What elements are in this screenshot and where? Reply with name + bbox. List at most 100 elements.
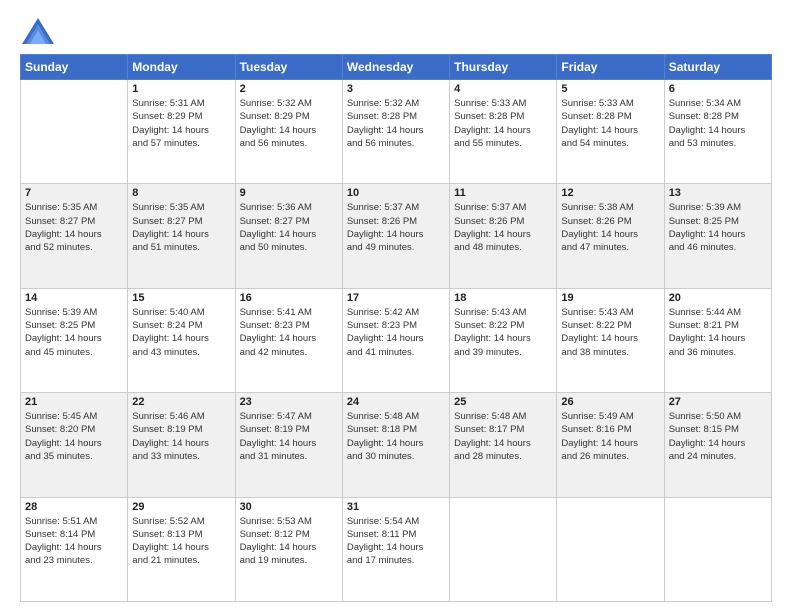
calendar-cell: 26Sunrise: 5:49 AM Sunset: 8:16 PM Dayli… xyxy=(557,393,664,497)
day-number: 4 xyxy=(454,83,552,95)
day-detail: Sunrise: 5:38 AM Sunset: 8:26 PM Dayligh… xyxy=(561,201,659,254)
day-detail: Sunrise: 5:33 AM Sunset: 8:28 PM Dayligh… xyxy=(561,97,659,150)
calendar-cell: 13 Sunrise: 5:39 AM Sunset: 8:25 PM Dayli… xyxy=(664,184,771,288)
header xyxy=(20,16,772,46)
day-detail: Sunrise: 5:41 AM Sunset: 8:23 PM Dayligh… xyxy=(240,306,338,359)
day-number: 25 xyxy=(454,396,552,408)
calendar-cell: 1 Sunrise: 5:31 AM Sunset: 8:29 PM Daylig… xyxy=(128,80,235,184)
calendar-header-sunday: Sunday xyxy=(21,55,128,80)
calendar-cell: 25 Sunrise: 5:48 AM Sunset: 8:17 PM Dayli… xyxy=(450,393,557,497)
day-number: 31 xyxy=(347,501,445,513)
day-detail: Sunrise: 5:49 AM Sunset: 8:16 PM Dayligh… xyxy=(561,410,659,463)
day-detail: Sunrise: 5:53 AM Sunset: 8:12 PM Dayligh… xyxy=(240,515,338,568)
logo xyxy=(20,16,60,46)
calendar-cell: 20Sunrise: 5:44 AM Sunset: 8:21 PM Dayli… xyxy=(664,288,771,392)
day-detail: Sunrise: 5:46 AM Sunset: 8:19 PM Dayligh… xyxy=(132,410,230,463)
day-detail: Sunrise: 5:34 AM Sunset: 8:28 PM Dayligh… xyxy=(669,97,767,150)
day-detail: Sunrise: 5:51 AM Sunset: 8:14 PM Dayligh… xyxy=(25,515,123,568)
calendar-cell: 3 Sunrise: 5:32 AM Sunset: 8:28 PM Daylig… xyxy=(342,80,449,184)
calendar-cell: 4Sunrise: 5:33 AM Sunset: 8:28 PM Daylig… xyxy=(450,80,557,184)
day-number: 3 xyxy=(347,83,445,95)
day-detail: Sunrise: 5:54 AM Sunset: 8:11 PM Dayligh… xyxy=(347,515,445,568)
calendar-cell: 28 Sunrise: 5:51 AM Sunset: 8:14 PM Dayli… xyxy=(21,497,128,601)
day-number: 21 xyxy=(25,396,123,408)
day-number: 8 xyxy=(132,187,230,199)
calendar-cell xyxy=(450,497,557,601)
day-number: 9 xyxy=(240,187,338,199)
calendar-week-row: 14 Sunrise: 5:39 AM Sunset: 8:25 PM Dayli… xyxy=(21,288,772,392)
day-number: 12 xyxy=(561,187,659,199)
calendar-week-row: 7 Sunrise: 5:35 AM Sunset: 8:27 PM Daylig… xyxy=(21,184,772,288)
logo-icon xyxy=(20,16,56,46)
day-detail: Sunrise: 5:31 AM Sunset: 8:29 PM Dayligh… xyxy=(132,97,230,150)
calendar-header-wednesday: Wednesday xyxy=(342,55,449,80)
day-detail: Sunrise: 5:39 AM Sunset: 8:25 PM Dayligh… xyxy=(25,306,123,359)
calendar-table: SundayMondayTuesdayWednesdayThursdayFrid… xyxy=(20,54,772,602)
calendar-header-monday: Monday xyxy=(128,55,235,80)
day-number: 17 xyxy=(347,292,445,304)
calendar-cell: 5 Sunrise: 5:33 AM Sunset: 8:28 PM Daylig… xyxy=(557,80,664,184)
calendar-cell: 10 Sunrise: 5:37 AM Sunset: 8:26 PM Dayli… xyxy=(342,184,449,288)
calendar-header-row: SundayMondayTuesdayWednesdayThursdayFrid… xyxy=(21,55,772,80)
day-number: 18 xyxy=(454,292,552,304)
day-detail: Sunrise: 5:35 AM Sunset: 8:27 PM Dayligh… xyxy=(25,201,123,254)
day-detail: Sunrise: 5:32 AM Sunset: 8:28 PM Dayligh… xyxy=(347,97,445,150)
day-detail: Sunrise: 5:43 AM Sunset: 8:22 PM Dayligh… xyxy=(561,306,659,359)
day-number: 5 xyxy=(561,83,659,95)
calendar-cell: 23 Sunrise: 5:47 AM Sunset: 8:19 PM Dayli… xyxy=(235,393,342,497)
calendar-cell xyxy=(664,497,771,601)
day-detail: Sunrise: 5:48 AM Sunset: 8:17 PM Dayligh… xyxy=(454,410,552,463)
calendar-cell: 2 Sunrise: 5:32 AM Sunset: 8:29 PM Daylig… xyxy=(235,80,342,184)
calendar-cell: 19Sunrise: 5:43 AM Sunset: 8:22 PM Dayli… xyxy=(557,288,664,392)
calendar-header-friday: Friday xyxy=(557,55,664,80)
calendar-header-tuesday: Tuesday xyxy=(235,55,342,80)
day-detail: Sunrise: 5:32 AM Sunset: 8:29 PM Dayligh… xyxy=(240,97,338,150)
day-detail: Sunrise: 5:35 AM Sunset: 8:27 PM Dayligh… xyxy=(132,201,230,254)
calendar-cell: 12 Sunrise: 5:38 AM Sunset: 8:26 PM Dayli… xyxy=(557,184,664,288)
day-detail: Sunrise: 5:40 AM Sunset: 8:24 PM Dayligh… xyxy=(132,306,230,359)
day-detail: Sunrise: 5:52 AM Sunset: 8:13 PM Dayligh… xyxy=(132,515,230,568)
calendar-header-thursday: Thursday xyxy=(450,55,557,80)
calendar-header-saturday: Saturday xyxy=(664,55,771,80)
calendar-cell: 8 Sunrise: 5:35 AM Sunset: 8:27 PM Daylig… xyxy=(128,184,235,288)
calendar-cell xyxy=(21,80,128,184)
calendar-cell: 18 Sunrise: 5:43 AM Sunset: 8:22 PM Dayli… xyxy=(450,288,557,392)
day-number: 28 xyxy=(25,501,123,513)
page: SundayMondayTuesdayWednesdayThursdayFrid… xyxy=(0,0,792,612)
day-detail: Sunrise: 5:37 AM Sunset: 8:26 PM Dayligh… xyxy=(347,201,445,254)
day-number: 10 xyxy=(347,187,445,199)
day-number: 27 xyxy=(669,396,767,408)
calendar-cell: 9 Sunrise: 5:36 AM Sunset: 8:27 PM Daylig… xyxy=(235,184,342,288)
calendar-cell: 29Sunrise: 5:52 AM Sunset: 8:13 PM Dayli… xyxy=(128,497,235,601)
day-number: 23 xyxy=(240,396,338,408)
calendar-cell: 7 Sunrise: 5:35 AM Sunset: 8:27 PM Daylig… xyxy=(21,184,128,288)
day-number: 24 xyxy=(347,396,445,408)
day-number: 30 xyxy=(240,501,338,513)
calendar-week-row: 1 Sunrise: 5:31 AM Sunset: 8:29 PM Daylig… xyxy=(21,80,772,184)
calendar-week-row: 28 Sunrise: 5:51 AM Sunset: 8:14 PM Dayli… xyxy=(21,497,772,601)
day-number: 16 xyxy=(240,292,338,304)
day-number: 13 xyxy=(669,187,767,199)
day-number: 1 xyxy=(132,83,230,95)
calendar-cell: 31 Sunrise: 5:54 AM Sunset: 8:11 PM Dayli… xyxy=(342,497,449,601)
day-detail: Sunrise: 5:39 AM Sunset: 8:25 PM Dayligh… xyxy=(669,201,767,254)
calendar-cell: 22Sunrise: 5:46 AM Sunset: 8:19 PM Dayli… xyxy=(128,393,235,497)
calendar-cell: 17 Sunrise: 5:42 AM Sunset: 8:23 PM Dayli… xyxy=(342,288,449,392)
calendar-week-row: 21Sunrise: 5:45 AM Sunset: 8:20 PM Dayli… xyxy=(21,393,772,497)
calendar-cell: 15 Sunrise: 5:40 AM Sunset: 8:24 PM Dayli… xyxy=(128,288,235,392)
calendar-cell: 30 Sunrise: 5:53 AM Sunset: 8:12 PM Dayli… xyxy=(235,497,342,601)
day-detail: Sunrise: 5:37 AM Sunset: 8:26 PM Dayligh… xyxy=(454,201,552,254)
day-number: 14 xyxy=(25,292,123,304)
calendar-cell: 16 Sunrise: 5:41 AM Sunset: 8:23 PM Dayli… xyxy=(235,288,342,392)
day-number: 6 xyxy=(669,83,767,95)
calendar-cell: 11 Sunrise: 5:37 AM Sunset: 8:26 PM Dayli… xyxy=(450,184,557,288)
day-number: 11 xyxy=(454,187,552,199)
day-number: 7 xyxy=(25,187,123,199)
day-detail: Sunrise: 5:42 AM Sunset: 8:23 PM Dayligh… xyxy=(347,306,445,359)
day-detail: Sunrise: 5:43 AM Sunset: 8:22 PM Dayligh… xyxy=(454,306,552,359)
calendar-cell: 6 Sunrise: 5:34 AM Sunset: 8:28 PM Daylig… xyxy=(664,80,771,184)
day-number: 15 xyxy=(132,292,230,304)
day-number: 2 xyxy=(240,83,338,95)
day-detail: Sunrise: 5:47 AM Sunset: 8:19 PM Dayligh… xyxy=(240,410,338,463)
day-detail: Sunrise: 5:36 AM Sunset: 8:27 PM Dayligh… xyxy=(240,201,338,254)
